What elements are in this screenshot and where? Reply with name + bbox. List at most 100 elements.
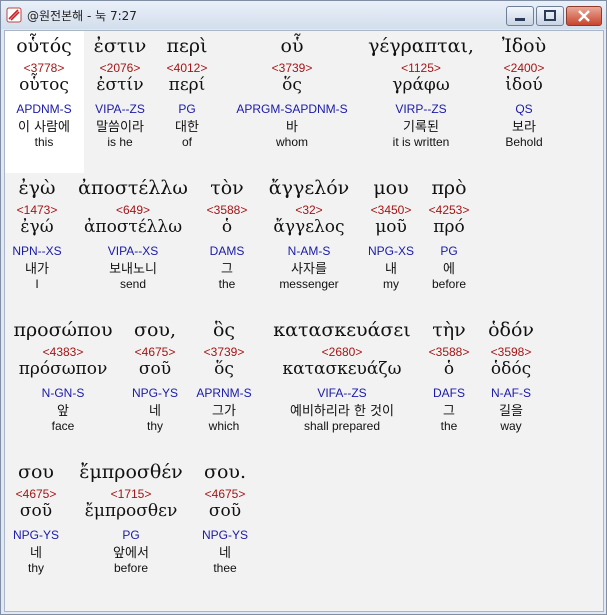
parsing-code: QS (515, 102, 533, 116)
maximize-icon (544, 10, 556, 21)
word-cell[interactable]: σου. <4675> σοῦ NPG-YS 네 thee (193, 461, 257, 575)
korean-gloss: 에 (443, 262, 455, 277)
window-title: @원전본해 - 눅 7:27 (27, 9, 137, 23)
lemma: πρό (433, 217, 465, 237)
english-gloss: thy (27, 561, 44, 575)
korean-gloss: 말씀이라 (96, 120, 144, 135)
strong-number[interactable]: <1125> (361, 61, 481, 75)
strong-number[interactable]: <4253> (423, 203, 475, 217)
korean-gloss: 대한 (175, 120, 199, 135)
strong-number[interactable]: <4675> (5, 487, 67, 501)
parsing-code: DAFS (432, 386, 465, 400)
lemma: περί (168, 75, 206, 95)
title-bar[interactable]: @원전본해 - 눅 7:27 (1, 1, 606, 29)
korean-gloss: 보라 (512, 120, 536, 135)
korean-gloss: 길을 (499, 404, 523, 419)
korean-gloss: 내가 (25, 262, 49, 277)
lemma: σοῦ (208, 501, 242, 521)
strong-number[interactable]: <1473> (5, 203, 69, 217)
greek-word: ἔμπροσθέν (79, 461, 183, 483)
lemma: πρόσωπον (18, 359, 108, 379)
greek-word: κατασκευάσει (273, 319, 411, 341)
greek-word: οὗ (280, 35, 304, 57)
korean-gloss: 그 (221, 262, 233, 277)
word-cell[interactable]: ἄγγελόν <32> ἄγγελος N-AM-S 사자를 messenge… (259, 177, 359, 291)
english-gloss: my (383, 277, 399, 291)
word-cell[interactable]: σου, <4675> σοῦ NPG-YS 네 thy (125, 319, 185, 433)
greek-word: πρὸ (431, 177, 467, 199)
word-cell[interactable]: πρὸ <4253> πρό PG 에 before (423, 177, 475, 291)
english-gloss: way (500, 419, 522, 433)
greek-word: Ἰδοὺ (501, 35, 547, 57)
strong-number[interactable]: <3778> (5, 61, 83, 75)
strong-number[interactable]: <3450> (363, 203, 419, 217)
lemma: ἰδού (505, 75, 543, 95)
word-cell[interactable]: μου <3450> μοῦ NPG-XS 내 my (363, 177, 419, 291)
strong-number[interactable]: <3588> (423, 345, 475, 359)
strong-number[interactable]: <2076> (85, 61, 155, 75)
strong-number[interactable]: <2680> (267, 345, 417, 359)
korean-gloss: 바 (286, 120, 298, 135)
english-gloss: it is written (392, 135, 450, 149)
english-gloss: thee (213, 561, 237, 575)
minimize-button[interactable] (506, 6, 534, 26)
parsing-code: NPG-YS (12, 528, 59, 542)
parsing-code: NPG-YS (201, 528, 248, 542)
strong-number[interactable]: <2400> (489, 61, 559, 75)
greek-word: τὴν (432, 319, 466, 341)
strong-number[interactable]: <649> (73, 203, 193, 217)
english-gloss: send (119, 277, 147, 291)
korean-gloss: 네 (30, 546, 42, 561)
word-cell[interactable]: τὸν <3588> ὁ DAMS 그 the (199, 177, 255, 291)
word-cell[interactable]: οὗ <3739> ὅς APRGM-SAPDNM-S 바 whom (227, 35, 357, 149)
word-cell[interactable]: ὁδόν <3598> ὁδός N-AF-S 길을 way (481, 319, 541, 433)
interlinear-panel: οὗτός <3778> οὗτος APDNM-S 이 사람에 this ἐσ… (4, 30, 604, 612)
word-cell[interactable]: ἐστιν <2076> ἐστίν VIPA--ZS 말씀이라 is he (85, 35, 155, 149)
word-cell[interactable]: ἔμπροσθέν <1715> ἔμπροσθεν PG 앞에서 before (73, 461, 189, 575)
word-cell[interactable]: σου <4675> σοῦ NPG-YS 네 thy (5, 461, 67, 575)
greek-word: περὶ (166, 35, 208, 57)
maximize-button[interactable] (536, 6, 564, 26)
word-cell[interactable]: ὃς <3739> ὅς APRNM-S 그가 which (191, 319, 257, 433)
korean-gloss: 앞에서 (113, 546, 149, 561)
word-cell[interactable]: γέγραπται, <1125> γράφω VIRP--ZS 기록된 it … (361, 35, 481, 149)
korean-gloss: 기록된 (403, 120, 439, 135)
greek-word: γέγραπται, (368, 35, 474, 57)
english-gloss: face (51, 419, 75, 433)
strong-number[interactable]: <4675> (193, 487, 257, 501)
app-window: @원전본해 - 눅 7:27 οὗτός <3778> οὗτος APDNM-… (0, 0, 607, 615)
word-cell[interactable]: ἐγὼ <1473> ἐγώ NPN--XS 내가 I (5, 177, 69, 291)
close-icon (578, 10, 590, 22)
korean-gloss: 네 (149, 404, 161, 419)
korean-gloss: 보내노니 (109, 262, 157, 277)
strong-number[interactable]: <3739> (191, 345, 257, 359)
lemma: γράφω (392, 75, 450, 95)
strong-number[interactable]: <3598> (481, 345, 541, 359)
english-gloss: the (218, 277, 236, 291)
korean-gloss: 이 사람에 (18, 120, 70, 135)
strong-number[interactable]: <3588> (199, 203, 255, 217)
close-button[interactable] (566, 6, 602, 26)
greek-word: σου (18, 461, 54, 483)
parsing-code: APRGM-SAPDNM-S (236, 102, 348, 116)
strong-number[interactable]: <1715> (73, 487, 189, 501)
strong-number[interactable]: <4675> (125, 345, 185, 359)
word-cell[interactable]: οὗτός <3778> οὗτος APDNM-S 이 사람에 this (5, 35, 83, 149)
word-cell[interactable]: τὴν <3588> ὁ DAFS 그 the (423, 319, 475, 433)
korean-gloss: 앞 (57, 404, 69, 419)
strong-number[interactable]: <4012> (157, 61, 217, 75)
strong-number[interactable]: <4383> (5, 345, 121, 359)
word-cell[interactable]: προσώπου <4383> πρόσωπον N-GN-S 앞 face (5, 319, 121, 433)
strong-number[interactable]: <3739> (227, 61, 357, 75)
word-cell[interactable]: περὶ <4012> περί PG 대한 of (157, 35, 217, 149)
word-cell[interactable]: κατασκευάσει <2680> κατασκευάζω VIFA--ZS… (267, 319, 417, 433)
parsing-code: NPG-XS (367, 244, 414, 258)
english-gloss: of (181, 135, 192, 149)
lemma: ἐστίν (96, 75, 144, 95)
word-cell[interactable]: Ἰδοὺ <2400> ἰδού QS 보라 Behold (489, 35, 559, 149)
english-gloss: whom (275, 135, 308, 149)
greek-word: ἐγὼ (18, 177, 56, 199)
word-cell[interactable]: ἀποστέλλω <649> ἀποστέλλω VIPA--XS 보내노니 … (73, 177, 193, 291)
app-logo-icon (6, 7, 22, 23)
strong-number[interactable]: <32> (259, 203, 359, 217)
